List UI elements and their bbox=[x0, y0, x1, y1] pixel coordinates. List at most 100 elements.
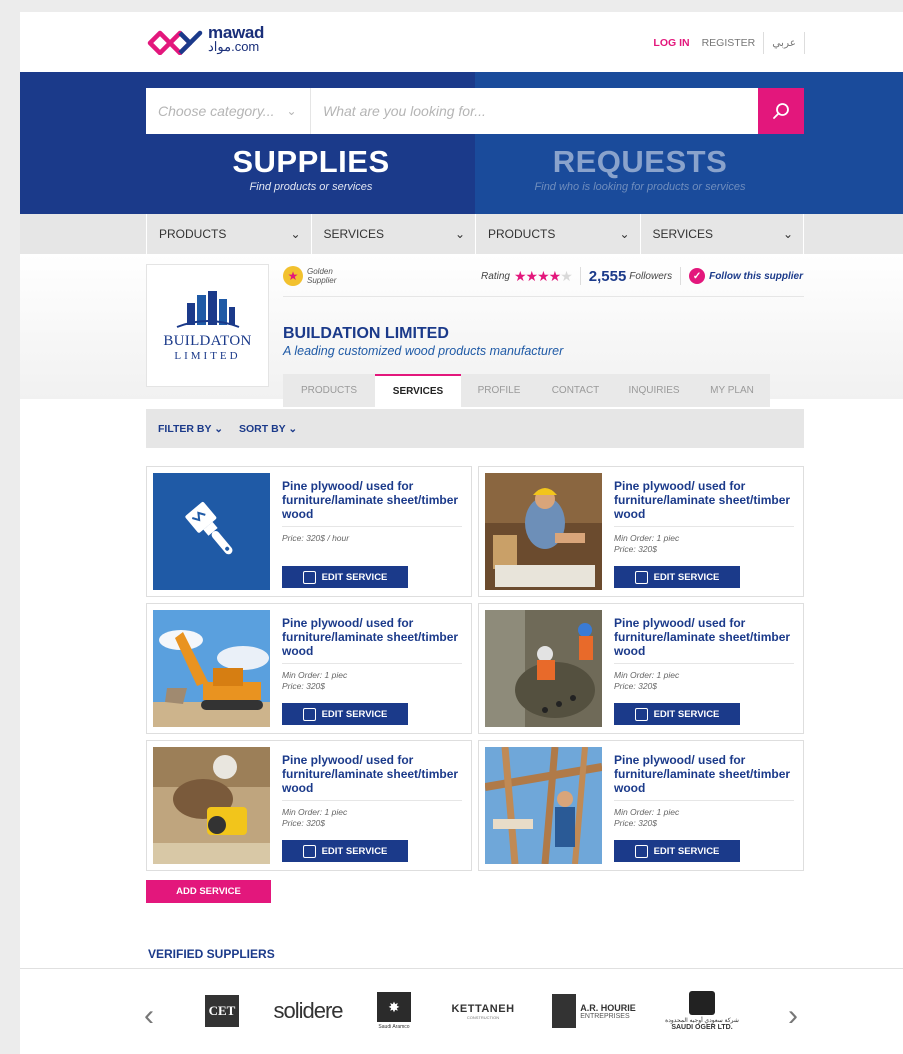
golden-supplier-badge: ★ Golden Supplier bbox=[283, 266, 336, 286]
supplier-logo-saudi-aramco[interactable]: ✸ Saudi Aramco bbox=[374, 989, 414, 1033]
service-price: Price: 320$ bbox=[282, 818, 325, 828]
service-title[interactable]: Pine plywood/ used for furniture/laminat… bbox=[282, 753, 462, 795]
saudi-oger-mark bbox=[689, 991, 715, 1015]
star-icon: ★ bbox=[548, 267, 562, 284]
nav-label: PRODUCTS bbox=[488, 227, 556, 241]
tab-contact[interactable]: CONTACT bbox=[537, 374, 614, 407]
service-card[interactable]: Pine plywood/ used for furniture/laminat… bbox=[478, 466, 804, 597]
filter-by-dropdown[interactable]: FILTER BY ⌄ bbox=[158, 423, 223, 435]
service-min-order: Min Order: 1 piec bbox=[282, 670, 348, 680]
logo-wordmark: mawad bbox=[208, 23, 265, 42]
verified-suppliers-carousel: ‹ CET solidere ✸ Saudi Aramco KETTANEH C… bbox=[20, 968, 903, 1054]
mawad-logo[interactable]: mawad مواد.com bbox=[146, 23, 265, 55]
company-logo-line1: BUILDATON bbox=[163, 333, 252, 349]
service-title[interactable]: Pine plywood/ used for furniture/laminat… bbox=[614, 616, 794, 658]
edit-service-button[interactable]: EDIT SERVICE bbox=[282, 703, 408, 725]
worker-blueprint-photo bbox=[485, 473, 602, 590]
nav-requests-products[interactable]: PRODUCTS ⌄ bbox=[475, 214, 640, 254]
supplier-logo-solidere[interactable]: solidere bbox=[268, 989, 348, 1033]
star-empty-icon: ★ bbox=[560, 267, 573, 284]
chevron-right-icon[interactable]: › bbox=[788, 999, 798, 1033]
nav-label: SERVICES bbox=[652, 227, 713, 241]
chevron-down-icon: ⌄ bbox=[288, 422, 298, 435]
category-nav: PRODUCTS ⌄ SERVICES ⌄ PRODUCTS ⌄ SERVICE… bbox=[20, 214, 903, 254]
supplier-logo-saudi-oger[interactable]: شركة سعودي أوجيه المحدودة SAUDI OGER LTD… bbox=[660, 989, 744, 1033]
supplies-heading[interactable]: SUPPLIES Find products or services bbox=[146, 144, 476, 193]
edit-service-button[interactable]: EDIT SERVICE bbox=[614, 840, 740, 862]
chevron-down-icon: ⌄ bbox=[290, 227, 301, 241]
logo-wordmark-arabic: مواد.com bbox=[208, 39, 260, 54]
service-card[interactable]: Pine plywood/ used for furniture/laminat… bbox=[478, 603, 804, 734]
edit-service-label: EDIT SERVICE bbox=[321, 571, 388, 583]
edit-icon bbox=[634, 570, 648, 584]
hero-banner: Choose category... ⌄ SUPPLIES Find produ… bbox=[20, 72, 903, 214]
requests-heading[interactable]: REQUESTS Find who is looking for product… bbox=[475, 144, 805, 193]
search-button[interactable] bbox=[758, 88, 804, 134]
service-card[interactable]: Pine plywood/ used for furniture/laminat… bbox=[146, 466, 472, 597]
sort-by-dropdown[interactable]: SORT BY ⌄ bbox=[239, 423, 297, 435]
ar-hourie-mark bbox=[552, 994, 577, 1028]
nav-requests-services[interactable]: SERVICES ⌄ bbox=[639, 214, 804, 254]
search-icon bbox=[773, 103, 789, 119]
nav-label: SERVICES bbox=[323, 227, 384, 241]
divider bbox=[283, 296, 804, 297]
search-input[interactable] bbox=[311, 88, 758, 134]
service-title[interactable]: Pine plywood/ used for furniture/laminat… bbox=[282, 616, 462, 658]
edit-icon bbox=[302, 707, 316, 721]
add-service-button[interactable]: ADD SERVICE bbox=[146, 880, 271, 903]
company-logo: BUILDATON LIMITED bbox=[146, 264, 269, 387]
top-bar: mawad مواد.com LOG IN REGISTER عربي bbox=[20, 12, 903, 72]
badge-line1: Golden bbox=[307, 267, 333, 276]
language-switch[interactable]: عربي bbox=[763, 32, 805, 54]
service-min-order: Min Order: 1 piec bbox=[282, 807, 348, 817]
nav-supplies-services[interactable]: SERVICES ⌄ bbox=[310, 214, 476, 254]
service-min-order: Min Order: 1 piec bbox=[614, 533, 680, 543]
register-link[interactable]: REGISTER bbox=[702, 37, 756, 49]
mawad-logo-mark bbox=[147, 30, 203, 55]
nav-label: PRODUCTS bbox=[159, 227, 227, 241]
chevron-left-icon[interactable]: ‹ bbox=[144, 999, 154, 1033]
supplier-stats: Rating ★★★★★ 2,555 Followers ✓ Follow th… bbox=[481, 266, 803, 286]
chevron-down-icon: ⌄ bbox=[782, 227, 793, 241]
edit-icon bbox=[302, 844, 316, 858]
tab-profile[interactable]: PROFILE bbox=[461, 374, 537, 407]
timber-frame-photo bbox=[485, 747, 602, 864]
service-price: Price: 320$ bbox=[614, 818, 657, 828]
star-medal-icon: ★ bbox=[283, 266, 303, 286]
edit-icon bbox=[302, 570, 316, 584]
service-card[interactable]: Pine plywood/ used for furniture/laminat… bbox=[146, 740, 472, 871]
category-select[interactable]: Choose category... ⌄ bbox=[146, 88, 311, 134]
edit-service-button[interactable]: EDIT SERVICE bbox=[614, 566, 740, 588]
service-min-order: Min Order: 1 piec bbox=[614, 807, 680, 817]
requests-title: REQUESTS bbox=[552, 144, 728, 179]
filter-bar: FILTER BY ⌄ SORT BY ⌄ bbox=[146, 409, 804, 448]
star-icon: ★ bbox=[513, 267, 527, 284]
follow-supplier-button[interactable]: ✓ Follow this supplier bbox=[689, 268, 803, 284]
tab-services[interactable]: SERVICES bbox=[375, 374, 461, 407]
search-bar: Choose category... ⌄ bbox=[146, 88, 804, 134]
category-select-label: Choose category... bbox=[158, 103, 275, 119]
service-title[interactable]: Pine plywood/ used for furniture/laminat… bbox=[282, 479, 462, 521]
service-card[interactable]: Pine plywood/ used for furniture/laminat… bbox=[478, 740, 804, 871]
supplies-title: SUPPLIES bbox=[232, 144, 390, 179]
tab-my-plan[interactable]: MY PLAN bbox=[694, 374, 770, 407]
service-title[interactable]: Pine plywood/ used for furniture/laminat… bbox=[614, 753, 794, 795]
badge-line2: Supplier bbox=[307, 276, 337, 285]
supplies-subtitle: Find products or services bbox=[249, 181, 373, 193]
edit-service-button[interactable]: EDIT SERVICE bbox=[282, 840, 408, 862]
service-card[interactable]: Pine plywood/ used for furniture/laminat… bbox=[146, 603, 472, 734]
nav-supplies-products[interactable]: PRODUCTS ⌄ bbox=[146, 214, 311, 254]
chevron-down-icon: ⌄ bbox=[454, 227, 465, 241]
check-icon: ✓ bbox=[689, 268, 706, 284]
edit-icon bbox=[634, 844, 648, 858]
supplier-logo-cet[interactable]: CET bbox=[204, 989, 240, 1033]
supplier-logo-kettaneh[interactable]: KETTANEH CONSTRUCTION bbox=[446, 989, 520, 1033]
service-title[interactable]: Pine plywood/ used for furniture/laminat… bbox=[614, 479, 794, 521]
edit-service-button[interactable]: EDIT SERVICE bbox=[282, 566, 408, 588]
tab-inquiries[interactable]: INQUIRIES bbox=[614, 374, 694, 407]
supplier-logo-ar-hourie[interactable]: A.R. HOURIE ENTREPRISES bbox=[551, 989, 637, 1033]
star-icon: ★ bbox=[537, 267, 550, 284]
tab-products[interactable]: PRODUCTS bbox=[283, 374, 375, 407]
edit-service-button[interactable]: EDIT SERVICE bbox=[614, 703, 740, 725]
login-link[interactable]: LOG IN bbox=[653, 37, 689, 49]
